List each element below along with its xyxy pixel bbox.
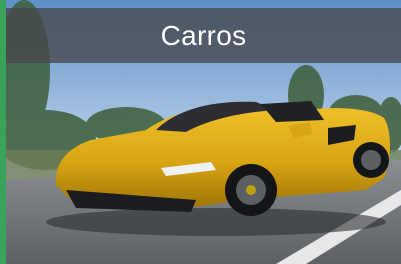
card-title: Carros — [160, 19, 247, 51]
card-title-bar: Carros — [6, 8, 401, 63]
category-card-carros[interactable]: Carros — [0, 0, 401, 264]
